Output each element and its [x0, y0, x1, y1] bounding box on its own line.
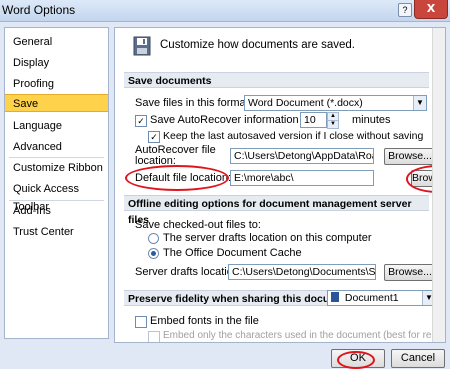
sidebar-item-trust-center[interactable]: Trust Center: [5, 223, 108, 241]
sidebar-item-advanced[interactable]: Advanced: [5, 138, 108, 156]
server-drafts-location-input[interactable]: C:\Users\Detong\Documents\SharePo: [228, 264, 376, 280]
embed-chars-checkbox[interactable]: [148, 331, 160, 342]
sidebar-divider: [9, 200, 104, 201]
save-format-dropdown[interactable]: Word Document (*.docx) ▼: [244, 95, 427, 111]
sidebar-item-customize-ribbon[interactable]: Customize Ribbon: [5, 159, 108, 177]
sidebar-item-general[interactable]: General: [5, 33, 108, 51]
chevron-down-icon: ▼: [413, 96, 426, 110]
embed-chars-label: Embed only the characters used in the do…: [163, 330, 446, 341]
autorecover-minutes-input[interactable]: 10: [300, 112, 327, 128]
autorecover-unit: minutes: [352, 114, 391, 126]
page-header: Customize how documents are saved.: [160, 39, 355, 51]
embed-fonts-label: Embed fonts in the file: [150, 315, 259, 327]
word-options-window: Word Options ? X General Display Proofin…: [0, 0, 450, 369]
save-format-label: Save files in this format:: [135, 97, 252, 109]
server-drafts-option: The server drafts location on this compu…: [163, 232, 372, 244]
document-icon: [331, 292, 339, 302]
keep-last-version-label: Keep the last autosaved version if I clo…: [163, 130, 424, 142]
autorecover-checkbox[interactable]: ✓: [135, 115, 147, 127]
server-drafts-browse-button[interactable]: Browse...: [384, 264, 436, 281]
sidebar-divider: [9, 157, 104, 158]
section-save-documents: Save documents: [124, 72, 429, 88]
server-drafts-location-label: Server drafts location:: [135, 266, 242, 278]
title-bar: Word Options ? X: [0, 0, 450, 22]
section-offline-editing: Offline editing options for document man…: [124, 195, 429, 226]
options-sidebar: General Display Proofing Save Language A…: [4, 27, 109, 339]
floppy-disk-icon: [133, 36, 151, 56]
sidebar-item-language[interactable]: Language: [5, 117, 108, 135]
sidebar-item-add-ins[interactable]: Add-Ins: [5, 202, 108, 220]
document-cache-radio[interactable]: [148, 248, 159, 259]
fidelity-document-dropdown[interactable]: Document1 ▼: [327, 290, 436, 306]
sidebar-item-display[interactable]: Display: [5, 54, 108, 72]
sidebar-item-proofing[interactable]: Proofing: [5, 75, 108, 93]
save-checked-out-label: Save checked-out files to:: [135, 219, 261, 231]
save-options-panel: Customize how documents are saved. Save …: [114, 27, 446, 343]
autorecover-location-label: AutoRecover file location:: [135, 144, 216, 167]
ok-button[interactable]: OK: [331, 349, 385, 368]
server-drafts-radio[interactable]: [148, 233, 159, 244]
window-title: Word Options: [2, 3, 76, 17]
keep-last-version-checkbox[interactable]: ✓: [148, 131, 160, 143]
cancel-button[interactable]: Cancel: [391, 349, 445, 368]
autorecover-browse-button[interactable]: Browse...: [384, 148, 436, 165]
save-format-value: Word Document (*.docx): [248, 97, 363, 109]
spin-down-icon[interactable]: ▼: [327, 120, 339, 129]
default-location-input[interactable]: E:\more\abc\: [230, 170, 374, 186]
embed-fonts-checkbox[interactable]: [135, 316, 147, 328]
help-icon[interactable]: ?: [398, 3, 412, 17]
default-location-label: Default file location:: [135, 172, 231, 184]
sidebar-item-save[interactable]: Save: [5, 94, 108, 112]
content-scrollbar[interactable]: [432, 28, 445, 342]
document-cache-option: The Office Document Cache: [163, 247, 302, 259]
autorecover-location-input[interactable]: C:\Users\Detong\AppData\Roaming\: [230, 148, 374, 164]
fidelity-document-value: Document1: [344, 292, 399, 304]
close-button[interactable]: X: [414, 0, 448, 19]
sidebar-item-quick-access-toolbar[interactable]: Quick Access Toolbar: [5, 180, 108, 213]
